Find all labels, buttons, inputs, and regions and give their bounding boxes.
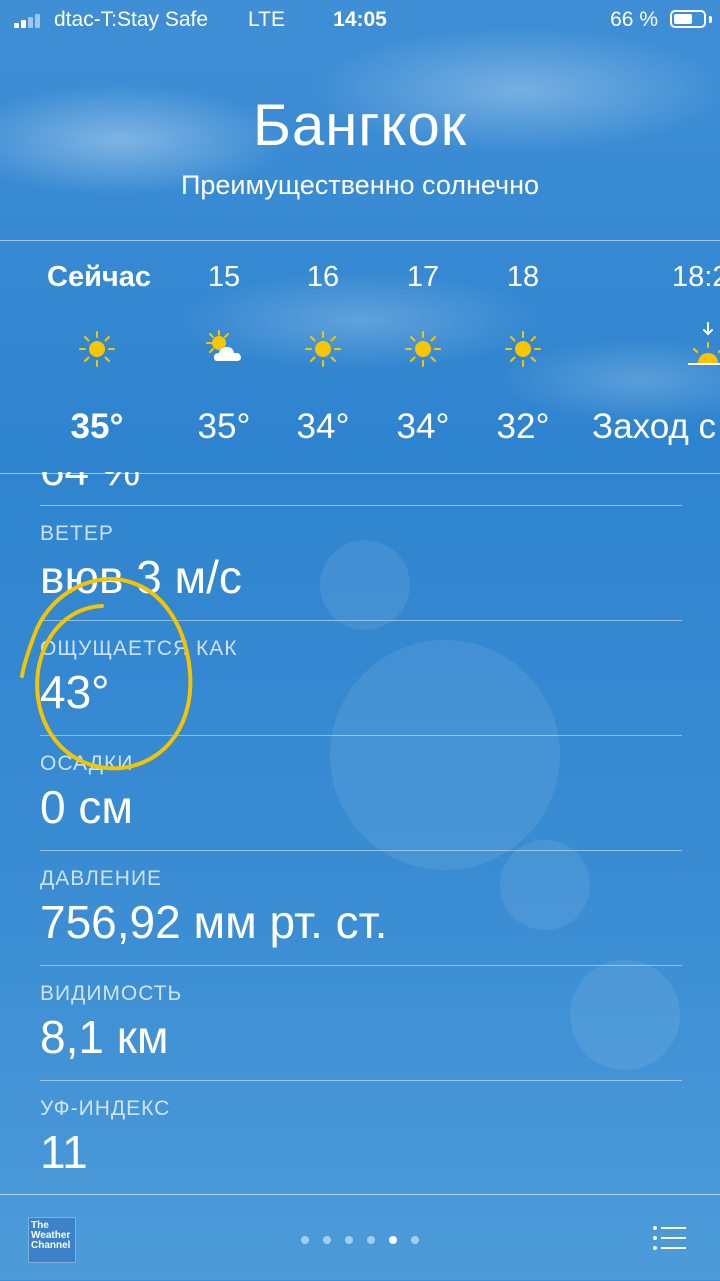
- divider: [40, 505, 682, 506]
- sun-icon: [79, 331, 115, 367]
- hour-temp: 35°: [197, 407, 251, 446]
- hour-label: Сейчас: [47, 261, 151, 293]
- battery-tip: [709, 16, 712, 23]
- page-dot: [323, 1236, 331, 1244]
- divider: [40, 850, 682, 851]
- detail-label: ВИДИМОСТЬ: [40, 982, 183, 1005]
- sunset-icon: [688, 322, 720, 365]
- weather-condition: Преимущественно солнечно: [180, 170, 540, 200]
- divider: [40, 735, 682, 736]
- sun-icon: [505, 331, 541, 367]
- battery-icon: [670, 10, 706, 28]
- detail-label: ДАВЛЕНИЕ: [40, 867, 163, 890]
- detail-label: ВЕТЕР: [40, 522, 114, 545]
- detail-value: 8,1 км: [40, 1011, 169, 1063]
- detail-value: 756,92 мм рт. ст.: [40, 896, 388, 948]
- hourly-forecast[interactable]: Сейчас 35° 15 35° 16 34° 17 34° 18 32° 1…: [0, 240, 720, 474]
- sun-icon: [405, 331, 441, 367]
- hour-temp: 32°: [496, 407, 550, 446]
- page-indicator[interactable]: [0, 1231, 720, 1249]
- weather-details[interactable]: 64 % ВЕТЕР вюв 3 м/с ОЩУЩАЕТСЯ КАК 43° О…: [0, 472, 720, 1194]
- page-dot: [345, 1236, 353, 1244]
- humidity-value-partial: 64 %: [40, 472, 140, 496]
- sun-icon: [305, 331, 341, 367]
- hour-temp: Заход с: [592, 407, 717, 446]
- divider: [40, 620, 682, 621]
- hour-label: 17: [406, 261, 440, 293]
- hour-label: 18:2: [672, 261, 720, 293]
- detail-value: вюв 3 м/с: [40, 551, 242, 603]
- battery-percentage: 66 %: [610, 8, 658, 31]
- city-name: Бангкок: [252, 93, 468, 158]
- divider: [40, 1080, 682, 1081]
- page-dot: [367, 1236, 375, 1244]
- sun-cloud-icon: [206, 330, 241, 361]
- detail-value: 43°: [40, 666, 110, 718]
- page-dot-active: [389, 1236, 397, 1244]
- hour-temp: 34°: [296, 407, 350, 446]
- detail-label: УФ-ИНДЕКС: [40, 1097, 171, 1120]
- hour-temp: 34°: [396, 407, 450, 446]
- hour-label: 15: [207, 261, 241, 293]
- hour-label: 16: [306, 261, 340, 293]
- bottom-toolbar: The Weather Channel: [0, 1194, 720, 1281]
- detail-value: 11: [40, 1126, 88, 1178]
- page-dot: [411, 1236, 419, 1244]
- hour-temp: 35°: [70, 407, 124, 446]
- status-bar: dtac-T:Stay Safe LTE 14:05 66 %: [0, 0, 720, 40]
- hour-label: 18: [506, 261, 540, 293]
- city-list-icon[interactable]: [652, 1225, 686, 1251]
- page-dot: [301, 1236, 309, 1244]
- detail-value: 0 см: [40, 781, 133, 833]
- detail-label: ОСАДКИ: [40, 752, 134, 775]
- divider: [40, 965, 682, 966]
- detail-label: ОЩУЩАЕТСЯ КАК: [40, 637, 238, 660]
